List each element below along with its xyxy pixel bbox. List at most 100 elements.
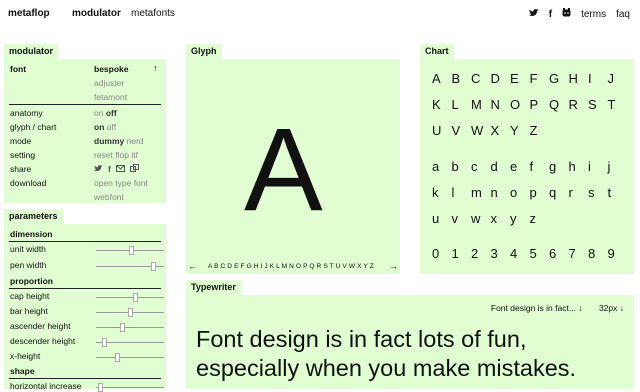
chart-glyph[interactable]: 4 (510, 246, 530, 261)
chart-glyph[interactable]: c (471, 159, 491, 174)
chart-glyph[interactable]: J (608, 71, 628, 86)
faq-link[interactable]: faq (616, 9, 630, 20)
ascender-height-slider[interactable] (96, 323, 164, 332)
font-option-bespoke[interactable]: bespoke (94, 63, 129, 75)
chart-glyph[interactable]: w (471, 211, 491, 226)
setting-itf[interactable]: itf (131, 150, 138, 160)
chart-glyph[interactable]: x (491, 211, 511, 226)
mode-nerd[interactable]: nerd (127, 136, 144, 146)
slider-handle[interactable] (127, 308, 133, 317)
nav-modulator[interactable]: modulator (72, 8, 121, 19)
typewriter-textarea[interactable]: Font design is in fact lots of fun, espe… (196, 325, 576, 383)
share-facebook-icon[interactable]: f (108, 163, 111, 175)
chart-glyph[interactable]: 1 (452, 246, 472, 261)
x-height-slider[interactable] (96, 353, 164, 362)
chart-glyph[interactable]: f (530, 159, 550, 174)
chart-glyph[interactable]: a (432, 159, 452, 174)
glyph-chart-on[interactable]: on (94, 122, 104, 132)
up-arrow-icon[interactable]: ↑ (153, 63, 158, 73)
chart-glyph[interactable]: 8 (588, 246, 608, 261)
share-twitter-icon[interactable] (94, 163, 103, 175)
chart-glyph[interactable]: h (569, 159, 589, 174)
chart-glyph[interactable]: 2 (471, 246, 491, 261)
github-icon[interactable] (562, 8, 571, 20)
site-logo[interactable]: metaflop (8, 8, 50, 19)
chart-glyph[interactable]: K (432, 97, 452, 112)
chart-glyph[interactable]: z (530, 211, 550, 226)
chart-glyph[interactable]: r (569, 185, 589, 200)
prev-glyph-arrow-icon[interactable]: ← (188, 261, 197, 271)
tab-glyph[interactable]: Glyph (186, 44, 222, 59)
chart-glyph[interactable]: m (471, 185, 491, 200)
glyph-chart-off[interactable]: off (107, 122, 116, 132)
chart-glyph[interactable]: 5 (530, 246, 550, 261)
chart-glyph[interactable]: P (530, 97, 550, 112)
tab-typewriter[interactable]: Typewriter (186, 280, 241, 295)
chart-glyph[interactable]: F (530, 71, 550, 86)
glyph-chart-toggle[interactable]: on off (94, 121, 116, 133)
sample-text-select[interactable]: Font design is in fact... ↓ (491, 303, 585, 313)
chart-glyph[interactable]: U (432, 123, 452, 138)
chart-glyph[interactable]: p (530, 185, 550, 200)
next-glyph-arrow-icon[interactable]: → (389, 261, 398, 271)
chart-glyph[interactable]: G (549, 71, 569, 86)
tab-chart[interactable]: Chart (420, 44, 454, 59)
twitter-icon[interactable] (528, 8, 539, 20)
setting-reset[interactable]: reset (94, 150, 113, 160)
chart-glyph[interactable]: V (452, 123, 472, 138)
chart-glyph[interactable]: H (569, 71, 589, 86)
horizontal-increase-slider[interactable] (96, 383, 164, 392)
bar-height-slider[interactable] (96, 308, 164, 317)
slider-handle[interactable] (102, 338, 108, 347)
tab-parameters[interactable]: parameters (4, 209, 63, 224)
chart-glyph[interactable]: R (569, 97, 589, 112)
share-mail-icon[interactable] (115, 163, 125, 175)
chart-glyph[interactable]: D (491, 71, 511, 86)
chart-glyph[interactable]: Y (510, 123, 530, 138)
chart-glyph[interactable]: N (491, 97, 511, 112)
chart-glyph[interactable]: I (588, 71, 608, 86)
chart-glyph[interactable]: i (588, 159, 608, 174)
chart-glyph[interactable]: y (510, 211, 530, 226)
chart-glyph[interactable]: A (432, 71, 452, 86)
chart-glyph[interactable]: S (588, 97, 608, 112)
download-otf[interactable]: open type font (94, 177, 148, 189)
slider-handle[interactable] (97, 383, 103, 392)
slider-handle[interactable] (151, 262, 157, 271)
slider-handle[interactable] (128, 246, 134, 255)
slider-handle[interactable] (114, 353, 120, 362)
chart-glyph[interactable]: o (510, 185, 530, 200)
facebook-icon[interactable]: f (549, 9, 552, 20)
font-size-select[interactable]: 32px ↓ (599, 303, 624, 313)
chart-glyph[interactable]: O (510, 97, 530, 112)
chart-glyph[interactable]: 3 (491, 246, 511, 261)
font-option-adjuster[interactable]: adjuster (94, 77, 124, 89)
anatomy-toggle[interactable]: on off (94, 107, 117, 119)
anatomy-on[interactable]: on (94, 108, 103, 118)
chart-glyph[interactable]: g (549, 159, 569, 174)
chart-glyph[interactable]: t (608, 185, 628, 200)
chart-glyph[interactable]: b (452, 159, 472, 174)
chart-glyph[interactable]: L (452, 97, 472, 112)
chart-glyph[interactable]: v (452, 211, 472, 226)
chart-glyph[interactable]: q (549, 185, 569, 200)
chart-glyph[interactable]: M (471, 97, 491, 112)
setting-flop[interactable]: flop (115, 150, 129, 160)
chart-glyph[interactable]: s (588, 185, 608, 200)
slider-handle[interactable] (119, 323, 125, 332)
chart-glyph[interactable]: d (491, 159, 511, 174)
chart-glyph[interactable]: C (471, 71, 491, 86)
mode-dummy[interactable]: dummy (94, 136, 124, 146)
chart-glyph[interactable]: E (510, 71, 530, 86)
chart-glyph[interactable]: 6 (549, 246, 569, 261)
font-option-fetamont[interactable]: fetamont (94, 91, 127, 103)
chart-glyph[interactable]: j (608, 159, 628, 174)
tab-modulator[interactable]: modulator (4, 44, 58, 59)
anatomy-off[interactable]: off (106, 108, 117, 118)
chart-glyph[interactable]: l (452, 185, 472, 200)
unit-width-slider[interactable] (96, 246, 164, 255)
chart-glyph[interactable]: 9 (608, 246, 628, 261)
slider-handle[interactable] (132, 293, 138, 302)
chart-glyph[interactable]: u (432, 211, 452, 226)
chart-glyph[interactable]: 7 (569, 246, 589, 261)
